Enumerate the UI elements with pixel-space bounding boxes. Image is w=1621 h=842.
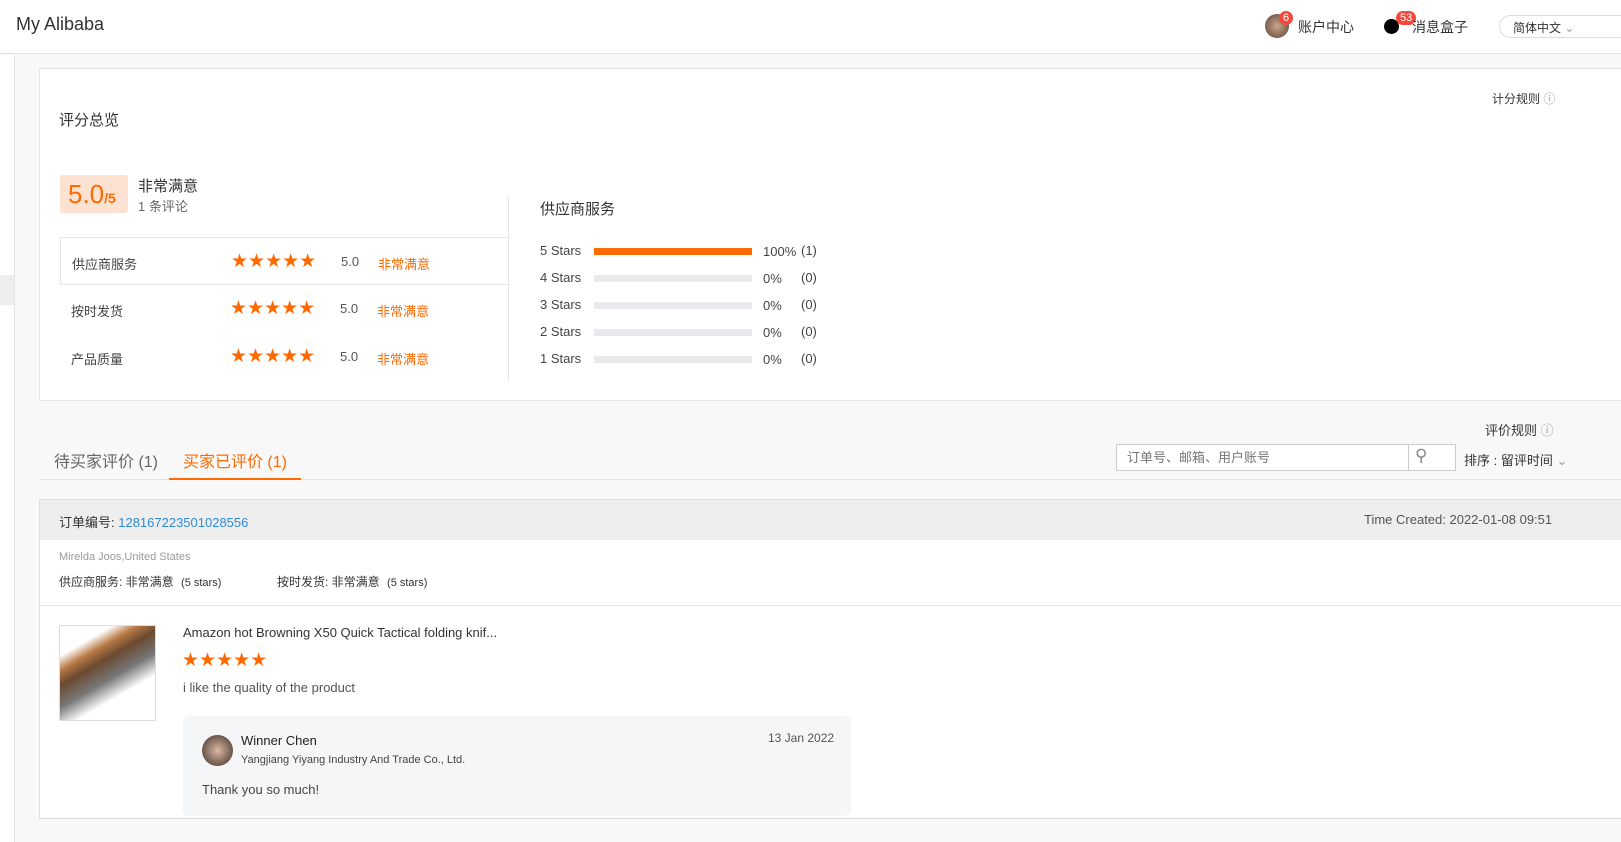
- star-count: (1): [801, 243, 817, 258]
- chevron-down-icon: ⌄: [1556, 453, 1568, 468]
- review-card: 订单编号: 128167223501028556 Time Created: 2…: [39, 499, 1621, 819]
- message-box-link[interactable]: 消息盒子: [1412, 17, 1468, 37]
- star-distribution-bar: [594, 275, 752, 282]
- replier-company: Yangjiang Yiyang Industry And Trade Co.,…: [241, 754, 466, 766]
- category-text: 非常满意: [377, 304, 430, 319]
- star-count: (0): [801, 270, 817, 285]
- bar-fill: [594, 248, 752, 255]
- section-title: 评分总览: [59, 112, 120, 129]
- tab-completed-reviews[interactable]: 买家已评价 (1): [169, 448, 301, 480]
- rating-value: 非常满意: [331, 575, 380, 589]
- delivery-rating: 按时发货: 非常满意 (5 stars): [277, 573, 427, 590]
- star-count: (0): [801, 351, 817, 366]
- category-score: 5.0: [341, 254, 360, 269]
- star-percent: 0%: [763, 325, 782, 340]
- account-badge: 6: [1279, 11, 1294, 25]
- score-max: /5: [104, 190, 116, 206]
- star-distribution-bar: [594, 356, 752, 363]
- star-level-label: 1 Stars: [540, 351, 582, 366]
- rating-stars-text: (5 stars): [387, 577, 428, 589]
- app-title[interactable]: My Alibaba: [16, 14, 104, 35]
- seller-reply: Winner Chen Yangjiang Yiyang Industry An…: [183, 716, 851, 816]
- star-level-label: 5 Stars: [540, 243, 582, 258]
- star-count: (0): [801, 297, 817, 312]
- star-percent: 0%: [763, 352, 782, 367]
- sort-select[interactable]: 排序 : 留评时间 ⌄: [1464, 450, 1567, 469]
- search-icon[interactable]: ⚲: [1415, 446, 1427, 466]
- divider: [40, 605, 1621, 606]
- star-percent: 0%: [763, 298, 782, 313]
- product-title[interactable]: Amazon hot Browning X50 Quick Tactical f…: [183, 625, 497, 640]
- language-value: 简体中文: [1513, 21, 1562, 35]
- top-header: My Alibaba 6 账户中心 53 消息盒子 简体中文 ⌄: [0, 0, 1621, 54]
- category-score: 5.0: [340, 349, 359, 364]
- reply-date: 13 Jan 2022: [768, 731, 835, 745]
- rating-label: 供应商服务:: [59, 575, 126, 589]
- category-stars: ★★★★★: [230, 298, 316, 319]
- star-distribution-bar: [594, 302, 752, 309]
- replier-name: Winner Chen: [241, 733, 317, 748]
- category-label: 按时发货: [71, 304, 124, 319]
- category-row: 按时发货 ★★★★★ 5.0 非常满意: [60, 285, 510, 333]
- rating-label: 按时发货:: [277, 575, 332, 589]
- category-stars: ★★★★★: [231, 251, 317, 272]
- buyer-info: Mirelda Joos,United States: [59, 551, 191, 563]
- star-percent: 100%: [763, 244, 797, 259]
- product-image[interactable]: [59, 625, 156, 721]
- star-count: (0): [801, 324, 817, 339]
- overall-score-badge: 5.0/5: [60, 175, 128, 213]
- avatar: [202, 735, 233, 766]
- product-rating-stars: ★★★★★: [182, 650, 268, 671]
- language-select[interactable]: 简体中文 ⌄: [1499, 15, 1621, 38]
- supplier-service-rating: 供应商服务: 非常满意 (5 stars): [59, 573, 221, 590]
- sidebar: [0, 55, 15, 842]
- category-text: 非常满意: [378, 257, 431, 272]
- search-input[interactable]: [1117, 445, 1409, 470]
- reply-text: Thank you so much!: [202, 782, 320, 797]
- overall-score: 5.0: [68, 179, 105, 209]
- star-level-label: 3 Stars: [540, 297, 582, 312]
- scoring-rules-link[interactable]: 计分规则 ⓘ: [1492, 90, 1555, 107]
- star-distribution-bar: [594, 329, 752, 336]
- order-header: 订单编号: 128167223501028556 Time Created: 2…: [40, 500, 1621, 540]
- help-icon: ⓘ: [1543, 92, 1556, 106]
- category-stars: ★★★★★: [230, 346, 316, 367]
- review-comment: i like the quality of the product: [183, 680, 355, 695]
- star-level-label: 4 Stars: [540, 270, 582, 285]
- review-rules-label: 评价规则: [1485, 423, 1538, 438]
- sort-label: 排序 : 留评时间: [1464, 453, 1553, 468]
- rating-stars-text: (5 stars): [181, 577, 222, 589]
- breakdown-title: 供应商服务: [540, 201, 616, 218]
- category-score: 5.0: [340, 301, 359, 316]
- order-number-link[interactable]: 128167223501028556: [118, 515, 248, 530]
- tab-pending-reviews[interactable]: 待买家评价 (1): [54, 448, 158, 472]
- chevron-down-icon: ⌄: [1564, 21, 1575, 35]
- star-level-label: 2 Stars: [540, 324, 582, 339]
- rating-overview-panel: 评分总览 计分规则 ⓘ 5.0/5 非常满意 1 条评论 供应商服务 ★★★★★…: [39, 68, 1621, 401]
- help-icon: ⓘ: [1540, 423, 1554, 438]
- category-text: 非常满意: [377, 352, 430, 367]
- category-row: 供应商服务 ★★★★★ 5.0 非常满意: [60, 237, 510, 285]
- category-label: 供应商服务: [72, 257, 138, 272]
- category-row: 产品质量 ★★★★★ 5.0 非常满意: [60, 333, 510, 381]
- rating-value: 非常满意: [125, 575, 174, 589]
- time-created: Time Created: 2022-01-08 09:51: [1364, 512, 1553, 527]
- account-center-link[interactable]: 账户中心: [1298, 17, 1354, 37]
- search-box: ⚲: [1116, 444, 1456, 471]
- sidebar-active-item[interactable]: [0, 275, 14, 305]
- star-distribution-bar: [594, 248, 752, 255]
- category-label: 产品质量: [71, 352, 124, 367]
- review-rules-link[interactable]: 评价规则 ⓘ: [1485, 420, 1554, 439]
- star-percent: 0%: [763, 271, 782, 286]
- scoring-rules-label: 计分规则: [1492, 92, 1541, 106]
- overall-score-text: 非常满意: [138, 178, 199, 195]
- review-count: 1 条评论: [138, 199, 188, 214]
- order-number-label: 订单编号:: [59, 515, 119, 530]
